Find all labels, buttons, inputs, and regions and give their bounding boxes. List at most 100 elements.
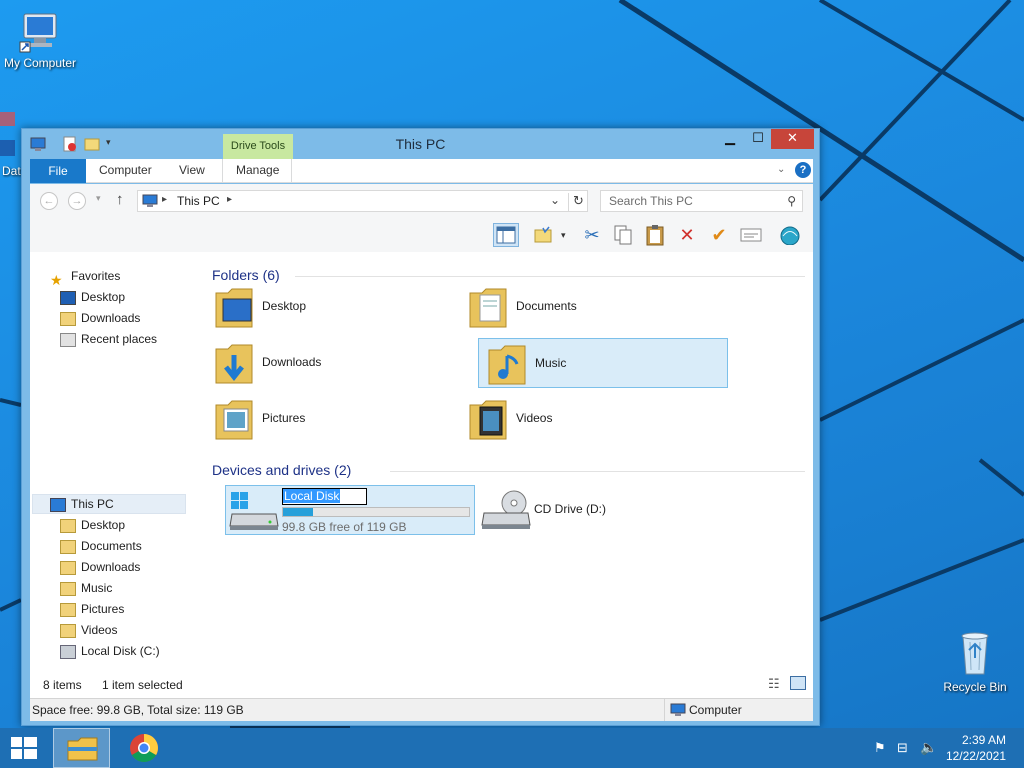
- drive-tile-cd[interactable]: CD Drive (D:): [478, 485, 728, 535]
- command-toolbar: ▾ ✂ ✕ ✔: [30, 218, 813, 252]
- nav-item-downloads[interactable]: Downloads: [60, 557, 140, 577]
- organize-dropdown-icon[interactable]: ▾: [561, 230, 566, 241]
- network-globe-icon[interactable]: [777, 223, 803, 247]
- forward-button[interactable]: →: [68, 192, 86, 210]
- drive-icon: [229, 492, 279, 530]
- pictures-folder-icon: [215, 400, 253, 440]
- window-title: This PC: [395, 136, 446, 152]
- nav-item-desktop[interactable]: Desktop: [60, 515, 125, 535]
- downloads-folder-icon: [60, 311, 76, 326]
- file-explorer-icon: [67, 737, 98, 761]
- nav-item-pictures[interactable]: Pictures: [60, 599, 124, 619]
- cut-icon[interactable]: ✂: [579, 223, 605, 247]
- folder-tile-pictures[interactable]: Pictures: [206, 394, 456, 444]
- minimize-button[interactable]: ▁: [716, 129, 744, 149]
- taskbar-chrome[interactable]: [118, 728, 170, 768]
- nav-item-videos[interactable]: Videos: [60, 620, 117, 640]
- folder-tile-videos[interactable]: Videos: [460, 394, 710, 444]
- explorer-window: ▾ Drive Tools This PC ▁ ☐ ✕ File Compute…: [21, 128, 820, 726]
- up-button[interactable]: ↑: [116, 191, 124, 208]
- tab-manage[interactable]: Manage: [236, 163, 279, 177]
- delete-icon[interactable]: ✕: [674, 223, 700, 247]
- title-bar[interactable]: ▾ Drive Tools This PC ▁ ☐ ✕: [22, 129, 819, 159]
- folder-tile-documents[interactable]: Documents: [460, 282, 710, 332]
- network-icon[interactable]: ⊟: [897, 740, 908, 756]
- nav-item-documents[interactable]: Documents: [60, 536, 142, 556]
- system-clock[interactable]: 2:39 AM 12/22/2021: [946, 732, 1006, 764]
- close-button[interactable]: ✕: [771, 129, 814, 149]
- details-divider: [664, 699, 665, 721]
- computer-small-icon: [670, 703, 686, 716]
- details-view-icon[interactable]: ☷: [768, 676, 780, 692]
- nav-item-local-disk[interactable]: Local Disk (C:): [60, 641, 160, 661]
- maximize-button[interactable]: ☐: [744, 129, 772, 149]
- ribbon-expand-icon[interactable]: ⌄: [777, 164, 785, 175]
- preview-pane-icon[interactable]: [493, 223, 519, 247]
- folder-tile-downloads[interactable]: Downloads: [206, 338, 456, 388]
- nav-item-music[interactable]: Music: [60, 578, 112, 598]
- search-input[interactable]: Search This PC ⚲: [600, 190, 803, 212]
- content-area: ★ Favorites Desktop Downloads Recent plac…: [30, 252, 813, 672]
- paste-icon[interactable]: [642, 223, 668, 247]
- space-info: Space free: 99.8 GB, Total size: 119 GB: [32, 703, 244, 717]
- address-bar[interactable]: ▸ This PC ▸ ⌄ ↻: [137, 190, 588, 212]
- database-icon: [0, 112, 15, 156]
- cd-drive-icon: [481, 490, 531, 529]
- help-icon[interactable]: ?: [795, 162, 811, 178]
- nav-item-recent-places[interactable]: Recent places: [60, 329, 157, 349]
- drive-tile-local-disk[interactable]: Local Disk 99.8 GB free of 119 GB: [225, 485, 475, 535]
- start-button[interactable]: [0, 728, 48, 768]
- breadcrumb-separator-icon[interactable]: ▸: [162, 194, 167, 205]
- recycle-bin-icon: [961, 632, 989, 675]
- new-window-icon[interactable]: [738, 223, 764, 247]
- copy-icon[interactable]: [610, 223, 636, 247]
- rename-check-icon[interactable]: ✔: [706, 223, 732, 247]
- nav-favorites[interactable]: ★ Favorites: [50, 266, 120, 288]
- star-icon: ★: [50, 271, 63, 288]
- windows-logo-icon: [11, 737, 37, 759]
- breadcrumb-this-pc[interactable]: This PC: [177, 194, 220, 208]
- nav-item-desktop[interactable]: Desktop: [60, 287, 125, 307]
- desktop-icon: [60, 290, 76, 305]
- tab-file[interactable]: File: [30, 159, 86, 183]
- folder-tile-desktop[interactable]: Desktop: [206, 282, 456, 332]
- desktop-icon-my-computer[interactable]: My Computer: [0, 12, 80, 70]
- desktop-icon-recycle-bin[interactable]: Recycle Bin: [935, 630, 1015, 694]
- tab-manage-container: Manage: [222, 159, 292, 183]
- downloads-folder-icon: [215, 344, 253, 384]
- group-header-folders[interactable]: Folders (6): [212, 267, 280, 283]
- clock-time: 2:39 AM: [961, 733, 1006, 747]
- address-dropdown-icon[interactable]: ⌄: [550, 193, 560, 207]
- nav-item-downloads[interactable]: Downloads: [60, 308, 140, 328]
- taskbar: ⚑ ⊟ 🔈 2:39 AM 12/22/2021: [0, 728, 1024, 768]
- action-center-flag-icon[interactable]: ⚑: [874, 740, 886, 756]
- videos-folder-icon: [469, 400, 507, 440]
- nav-this-pc[interactable]: This PC: [50, 494, 114, 514]
- search-icon[interactable]: ⚲: [787, 191, 796, 211]
- back-button[interactable]: ←: [40, 192, 58, 210]
- tab-view[interactable]: View: [179, 163, 205, 177]
- folder-tile-music[interactable]: Music: [478, 338, 728, 388]
- taskbar-file-explorer[interactable]: [53, 728, 110, 768]
- desktop-icon-label: Recycle Bin: [943, 680, 1007, 694]
- large-icons-view-icon[interactable]: [790, 676, 806, 690]
- details-bar: Space free: 99.8 GB, Total size: 119 GB …: [30, 698, 813, 721]
- navigation-pane: ★ Favorites Desktop Downloads Recent plac…: [30, 252, 188, 672]
- rename-input[interactable]: Local Disk: [282, 488, 367, 505]
- computer-small-icon: [142, 194, 158, 207]
- ribbon-tabs: File Computer View Manage ⌄ ?: [30, 159, 813, 183]
- refresh-icon[interactable]: ↻: [568, 193, 588, 211]
- volume-muted-icon[interactable]: 🔈: [920, 739, 937, 756]
- tab-computer[interactable]: Computer: [99, 163, 152, 177]
- breadcrumb-separator-icon[interactable]: ▸: [227, 194, 232, 205]
- recent-locations-dropdown[interactable]: ▾: [96, 193, 101, 204]
- videos-folder-icon: [60, 623, 76, 638]
- drive-free-space: 99.8 GB free of 119 GB: [282, 520, 407, 534]
- downloads-folder-icon: [60, 560, 76, 575]
- properties-folder-icon[interactable]: [530, 223, 556, 247]
- folder-icon: [60, 518, 76, 533]
- group-header-devices[interactable]: Devices and drives (2): [212, 462, 351, 478]
- main-pane: Folders (6) Desktop Documents Downloads …: [200, 252, 812, 672]
- clock-date: 12/22/2021: [945, 749, 1006, 763]
- location-label: Computer: [689, 703, 742, 717]
